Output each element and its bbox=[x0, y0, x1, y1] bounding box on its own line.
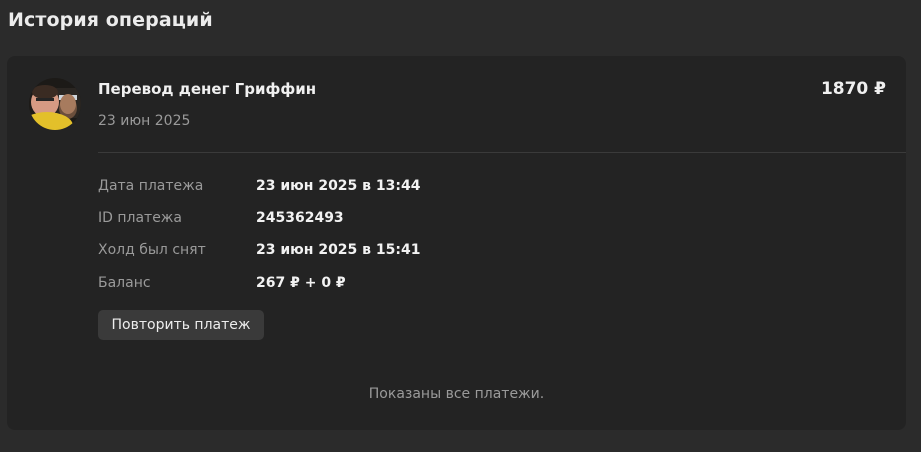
avatar bbox=[29, 78, 81, 130]
repeat-payment-button[interactable]: Повторить платеж bbox=[98, 310, 264, 340]
detail-label: Баланс bbox=[98, 275, 151, 291]
detail-value: 245362493 bbox=[256, 210, 344, 226]
detail-label: ID платежа bbox=[98, 210, 182, 226]
all-payments-shown-note: Показаны все платежи. bbox=[368, 386, 545, 402]
user-photo-icon bbox=[29, 78, 81, 130]
page-title: История операций bbox=[8, 9, 213, 31]
operation-date: 23 июн 2025 bbox=[98, 113, 191, 129]
operation-amount: 1870 ₽ bbox=[820, 79, 886, 99]
operation-card: Перевод денег Гриффин 23 июн 2025 1870 ₽… bbox=[7, 56, 906, 430]
detail-value: 23 июн 2025 в 13:44 bbox=[256, 178, 421, 194]
detail-label: Холд был снят bbox=[98, 242, 206, 258]
detail-label: Дата платежа bbox=[98, 178, 204, 194]
divider bbox=[98, 152, 906, 153]
operation-title: Перевод денег Гриффин bbox=[98, 80, 317, 98]
detail-value: 267 ₽ + 0 ₽ bbox=[256, 275, 346, 291]
detail-value: 23 июн 2025 в 15:41 bbox=[256, 242, 421, 258]
